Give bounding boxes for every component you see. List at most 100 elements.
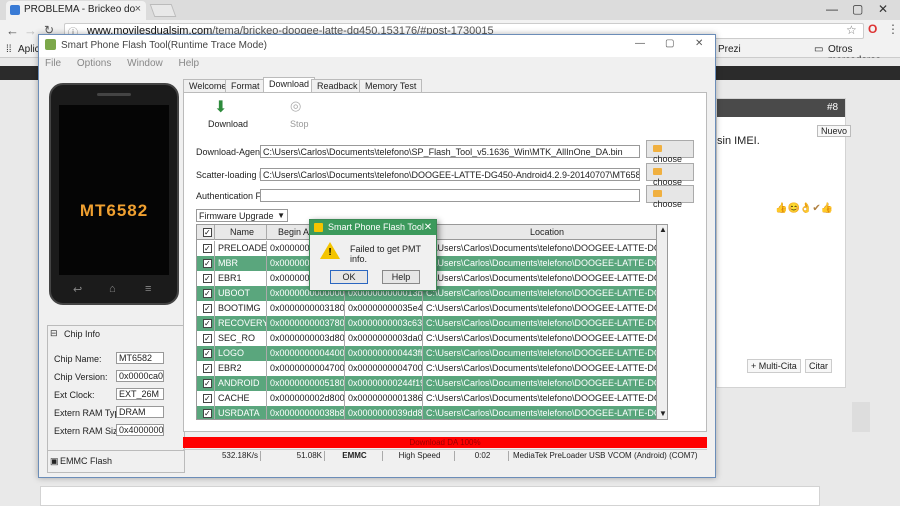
download-agent-choose-button[interactable]: choose (646, 140, 694, 164)
post-number[interactable]: #8 (827, 102, 838, 113)
row-checkbox[interactable]: ✓ (203, 349, 212, 358)
emoji-row-icon: 👍😊👌✔👍 (775, 203, 834, 214)
dialog-message: Failed to get PMT info. (350, 244, 421, 264)
cell-loc: C:\Users\Carlos\Documents\telefono\DOOGE… (423, 241, 667, 256)
multi-quote-button[interactable]: + Multi-Cita (747, 359, 801, 373)
row-checkbox[interactable]: ✓ (203, 334, 212, 343)
warning-mark: ! (328, 247, 332, 258)
table-row[interactable]: ✓CACHE0x000000002d800000x000000000138609… (197, 391, 667, 406)
row-checkbox[interactable]: ✓ (203, 259, 212, 268)
stop-button[interactable]: Stop (290, 119, 309, 129)
window-title-text: Smart Phone Flash Tool(Runtime Trace Mod… (61, 40, 268, 51)
apps-icon[interactable]: ⁞⁞ (6, 44, 12, 55)
dialog-title: Smart Phone Flash Tool (328, 222, 424, 232)
mode-select[interactable]: Firmware Upgrade ▼ (196, 209, 288, 222)
cell-loc: C:\Users\Carlos\Documents\telefono\DOOGE… (423, 271, 667, 286)
scroll-down-icon[interactable]: ▼ (659, 409, 667, 418)
quote-button[interactable]: Citar (805, 359, 833, 373)
post-header (717, 99, 845, 117)
menu-options[interactable]: Options (77, 58, 111, 69)
row-checkbox[interactable]: ✓ (203, 364, 212, 373)
table-row[interactable]: ✓SEC_RO0x0000000003d800000x0000000003da0… (197, 331, 667, 346)
check-cell: ✓ (197, 271, 215, 286)
menu-icon[interactable]: ⋮ (887, 22, 899, 36)
table-row[interactable]: ✓USRDATA0x00000000038b800000x0000000039d… (197, 406, 667, 419)
menu-file[interactable]: File (45, 58, 61, 69)
scroll-top-button[interactable] (852, 402, 870, 432)
close-window-icon[interactable]: ✕ (878, 2, 888, 16)
download-agent-input[interactable]: C:\Users\Carlos\Documents\telefono\SP_Fl… (260, 145, 640, 158)
table-row[interactable]: ✓LOGO0x00000000044000000x000000000443fb1… (197, 346, 667, 361)
tool-maximize-icon[interactable]: ▢ (665, 38, 674, 49)
status-bar: 532.18K/s 51.08K EMMC High Speed 0:02 Me… (183, 449, 707, 461)
chip-label: Chip Version: (54, 372, 108, 382)
check-cell: ✓ (197, 361, 215, 376)
tool-minimize-icon[interactable]: — (635, 38, 645, 49)
scatter-choose-button[interactable]: choose (646, 163, 694, 187)
post-card: #8 Nuevo sin IMEI. 👍😊👌✔👍 + Multi-Cita Ci… (716, 98, 852, 388)
new-tab-button[interactable] (149, 4, 177, 17)
chip-label: Extern RAM Size: (54, 426, 126, 436)
cell-end: 0x0000000039dd81cb (345, 406, 423, 419)
forward-icon[interactable]: → (24, 23, 37, 38)
minimize-icon[interactable]: — (826, 2, 838, 16)
row-checkbox[interactable]: ✓ (203, 379, 212, 388)
stop-icon[interactable]: ◎ (290, 98, 301, 114)
tab-memory-test[interactable]: Memory Test (359, 79, 423, 93)
folder-icon (653, 168, 662, 175)
bookmark-prezi[interactable]: Prezi (718, 44, 741, 55)
row-checkbox[interactable]: ✓ (203, 304, 212, 313)
column-header[interactable]: Location (423, 225, 667, 240)
row-checkbox[interactable]: ✓ (203, 289, 212, 298)
row-checkbox[interactable]: ✓ (203, 394, 212, 403)
home-key-icon: ⌂ (109, 283, 116, 295)
table-row[interactable]: ✓RECOVERY0x00000000037800000x0000000003c… (197, 316, 667, 331)
cell-begin: 0x000000002d80000 (267, 391, 345, 406)
chip-info-toggle-icon[interactable]: ⊟ (50, 328, 58, 339)
back-icon[interactable]: ← (6, 23, 19, 38)
cell-name: MBR (215, 256, 267, 271)
table-scrollbar[interactable]: ▲ ▼ (656, 224, 668, 420)
row-checkbox[interactable]: ✓ (203, 274, 212, 283)
bookmark-star-icon[interactable]: ☆ (846, 23, 857, 37)
cell-end: 0x00000000244f19a7 (345, 376, 423, 391)
status-mode: High Speed (385, 451, 455, 461)
new-badge: Nuevo (817, 125, 852, 137)
chip-value: MT6582 (116, 352, 164, 364)
dialog-close-icon[interactable]: ✕ (420, 220, 436, 235)
scatter-input[interactable]: C:\Users\Carlos\Documents\telefono\DOOGE… (260, 168, 640, 181)
table-row[interactable]: ✓BOOTIMG0x00000000031800000x00000000035e… (197, 301, 667, 316)
row-checkbox[interactable]: ✓ (203, 409, 212, 418)
phone-image: MT6582 ↩ ⌂ ≡ (49, 83, 179, 305)
tab-format[interactable]: Format (225, 79, 266, 93)
browser-tab[interactable]: PROBLEMA - Brickeo do × (6, 1, 146, 20)
cell-loc: C:\Users\Carlos\Documents\telefono\DOOGE… (423, 286, 667, 301)
download-button[interactable]: Download (208, 119, 248, 129)
progress-text: Download DA 100% (409, 438, 481, 447)
table-row[interactable]: ✓EBR20x00000000047000000x00000000047001f… (197, 361, 667, 376)
scroll-up-icon[interactable]: ▲ (659, 225, 667, 234)
row-checkbox[interactable]: ✓ (203, 244, 212, 253)
close-tab-icon[interactable]: × (135, 3, 141, 15)
tab-readback[interactable]: Readback (311, 79, 364, 93)
select-all-checkbox[interactable]: ✓ (203, 228, 212, 237)
row-checkbox[interactable]: ✓ (203, 319, 212, 328)
tool-close-icon[interactable]: ✕ (695, 38, 703, 49)
menu-window[interactable]: Window (127, 58, 163, 69)
chip-value: 0x40000000 (116, 424, 164, 436)
menu-help[interactable]: Help (179, 58, 200, 69)
auth-choose-button[interactable]: choose (646, 185, 694, 209)
maximize-icon[interactable]: ▢ (852, 2, 863, 16)
status-port: MediaTek PreLoader USB VCOM (Android) (C… (513, 451, 698, 460)
cell-end: 0x0000000003da0fff (345, 331, 423, 346)
ok-button[interactable]: OK (330, 270, 368, 284)
column-header[interactable]: Name (215, 225, 267, 240)
cell-end: 0x0000000003c637ff (345, 316, 423, 331)
table-row[interactable]: ✓ANDROID0x00000000051800000x00000000244f… (197, 376, 667, 391)
tab-download[interactable]: Download (263, 77, 316, 93)
help-button[interactable]: Help (382, 270, 420, 284)
check-cell: ✓ (197, 256, 215, 271)
download-arrow-icon[interactable]: ⬇ (214, 97, 227, 117)
auth-input[interactable] (260, 189, 640, 202)
extension-icon[interactable]: O (868, 22, 877, 36)
